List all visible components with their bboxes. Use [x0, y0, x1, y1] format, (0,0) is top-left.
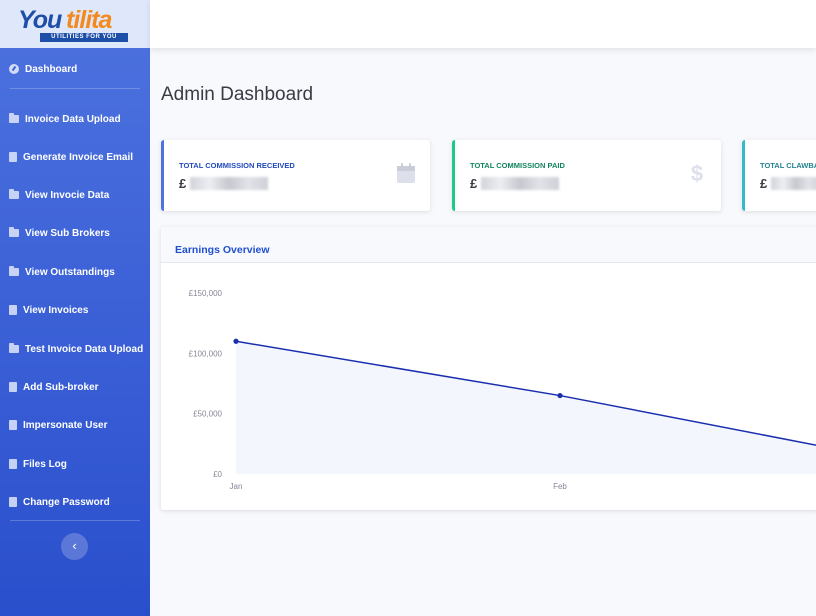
card-label: TOTAL COMMISSION RECEIVED	[179, 161, 295, 170]
sidebar-item-label: Add Sub-broker	[23, 381, 99, 393]
sidebar-item-invoice-data-upload[interactable]: Invoice Data Upload	[0, 108, 150, 130]
sidebar-item-view-invoices[interactable]: View Invoices	[0, 299, 150, 321]
folder-icon	[9, 227, 19, 237]
currency-symbol: £	[179, 176, 187, 191]
y-axis-ticks: £0 £50,000 £100,000 £150,000	[189, 289, 223, 479]
folder-icon	[9, 343, 19, 353]
card-label: TOTAL CLAWBA	[760, 161, 816, 170]
logo-text-tilita: tilita	[66, 6, 112, 34]
file-icon	[9, 305, 17, 315]
sidebar-item-view-sub-brokers[interactable]: View Sub Brokers	[0, 222, 150, 244]
data-point[interactable]	[557, 392, 563, 399]
sidebar-item-label: View Invocie Data	[25, 189, 110, 201]
dashboard-icon	[9, 64, 19, 74]
brand-area: You tilita UTILITIES FOR YOU	[0, 0, 150, 48]
card-value: £	[179, 176, 269, 191]
file-icon	[9, 497, 17, 507]
sidebar-item-generate-invoice-email[interactable]: Generate Invoice Email	[0, 146, 150, 168]
sidebar-toggle-button[interactable]: ‹	[61, 533, 88, 560]
panel-title: Earnings Overview	[175, 244, 270, 256]
sidebar-item-view-outstandings[interactable]: View Outstandings	[0, 261, 150, 283]
redacted-amount	[190, 177, 269, 190]
sidebar-item-label: Dashboard	[25, 63, 78, 75]
sidebar-item-label: Invoice Data Upload	[25, 113, 121, 125]
card-label: TOTAL COMMISSION PAID	[470, 161, 565, 170]
sidebar: You tilita UTILITIES FOR YOU Dashboard I…	[0, 0, 150, 616]
panel-header: Earnings Overview	[161, 227, 816, 263]
file-icon	[9, 382, 17, 392]
y-tick-label: £0	[213, 470, 222, 479]
x-tick-label: Jan	[230, 482, 243, 491]
page-title: Admin Dashboard	[161, 84, 314, 105]
sidebar-item-test-invoice-data-upload[interactable]: Test Invoice Data Upload	[0, 338, 150, 360]
currency-symbol: £	[470, 176, 478, 191]
sidebar-item-files-log[interactable]: Files Log	[0, 453, 150, 475]
file-icon	[9, 420, 17, 430]
sidebar-item-label: Change Password	[23, 496, 110, 508]
file-icon	[9, 152, 17, 162]
file-icon	[9, 459, 17, 469]
card-total-clawback: TOTAL CLAWBA £	[742, 140, 816, 211]
sidebar-item-impersonate-user[interactable]: Impersonate User	[0, 414, 150, 436]
calendar-icon	[397, 163, 415, 183]
card-value: £	[760, 176, 816, 191]
folder-icon	[9, 266, 19, 276]
series-area-fill	[236, 341, 816, 474]
redacted-amount	[771, 177, 816, 190]
sidebar-item-label: View Outstandings	[25, 266, 115, 278]
sidebar-item-label: Files Log	[23, 458, 67, 470]
y-tick-label: £150,000	[189, 289, 223, 298]
sidebar-item-dashboard[interactable]: Dashboard	[0, 58, 150, 80]
folder-icon	[9, 189, 19, 199]
sidebar-item-view-invoice-data[interactable]: View Invocie Data	[0, 184, 150, 206]
topbar	[150, 0, 816, 48]
card-total-commission-paid: TOTAL COMMISSION PAID £ $	[452, 140, 721, 211]
x-tick-label: Feb	[553, 482, 567, 491]
y-tick-label: £100,000	[189, 349, 223, 358]
currency-symbol: £	[760, 176, 768, 191]
x-axis-ticks: Jan Feb	[230, 482, 568, 491]
sidebar-item-label: Generate Invoice Email	[23, 151, 134, 163]
card-value: £	[470, 176, 560, 191]
earnings-overview-panel: Earnings Overview £0 £50,000 £100,000 £150,…	[161, 227, 816, 510]
sidebar-item-change-password[interactable]: Change Password	[0, 491, 150, 513]
sidebar-divider	[10, 520, 140, 521]
sidebar-item-label: Test Invoice Data Upload	[25, 343, 144, 355]
card-total-commission-received: TOTAL COMMISSION RECEIVED £	[161, 140, 430, 211]
svg-text:$: $	[691, 162, 703, 184]
folder-icon	[9, 113, 19, 123]
earnings-area-chart: £0 £50,000 £100,000 £150,000 Jan Feb	[189, 289, 816, 491]
data-point[interactable]	[233, 338, 239, 344]
sidebar-item-label: View Invoices	[23, 304, 89, 316]
brand-logo[interactable]: You tilita UTILITIES FOR YOU	[18, 6, 130, 42]
redacted-amount	[481, 177, 560, 190]
logo-text-you: You	[18, 6, 62, 34]
y-tick-label: £50,000	[193, 410, 222, 419]
sidebar-item-label: View Sub Brokers	[25, 227, 110, 239]
logo-tagline: UTILITIES FOR YOU	[40, 33, 128, 42]
dollar-icon: $	[691, 162, 703, 184]
sidebar-divider	[10, 88, 140, 89]
chevron-left-icon: ‹	[72, 538, 77, 553]
sidebar-item-label: Impersonate User	[23, 419, 108, 431]
sidebar-item-add-sub-broker[interactable]: Add Sub-broker	[0, 376, 150, 398]
